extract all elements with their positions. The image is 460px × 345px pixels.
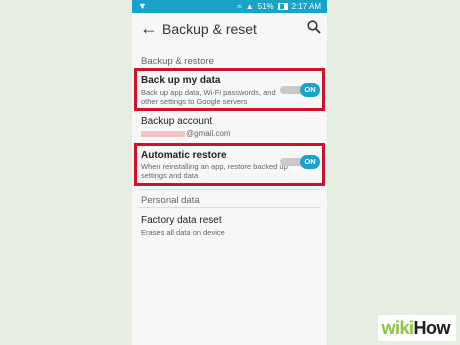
left-background [0, 0, 132, 345]
wikihow-logo: wikiHow [381, 318, 450, 339]
back-arrow-icon[interactable]: ← [140, 18, 158, 39]
divider [138, 207, 321, 208]
right-background [327, 0, 460, 345]
clock: 2:17 AM [291, 2, 321, 11]
battery-icon [277, 3, 288, 10]
backup-account-email: @gmail.com [141, 129, 291, 138]
status-bar: ▼ ≈ ▲ 51% 2:17 AM [132, 0, 327, 13]
redacted-email [141, 130, 185, 137]
app-bar: ← Backup & reset [132, 13, 327, 47]
notification-icon: ▼ [138, 1, 147, 11]
section-header-backup-restore: Backup & restore [141, 56, 214, 67]
logo-how: How [413, 318, 451, 338]
factory-reset-description: Erases all data on device [141, 228, 225, 237]
page-title: Backup & reset [162, 21, 257, 37]
email-domain: @gmail.com [186, 129, 231, 138]
battery-percent: 51% [257, 2, 274, 11]
search-icon[interactable] [307, 20, 321, 34]
highlight-auto-restore [134, 143, 325, 186]
logo-wiki: wiki [381, 318, 414, 338]
signal-icon: ▲ [245, 2, 254, 11]
highlight-back-up [134, 68, 325, 111]
backup-account-title: Backup account [141, 116, 213, 127]
section-header-personal-data: Personal data [141, 195, 200, 206]
factory-reset-title: Factory data reset [141, 215, 222, 226]
wifi-icon: ≈ [237, 2, 242, 11]
divider [138, 189, 321, 190]
